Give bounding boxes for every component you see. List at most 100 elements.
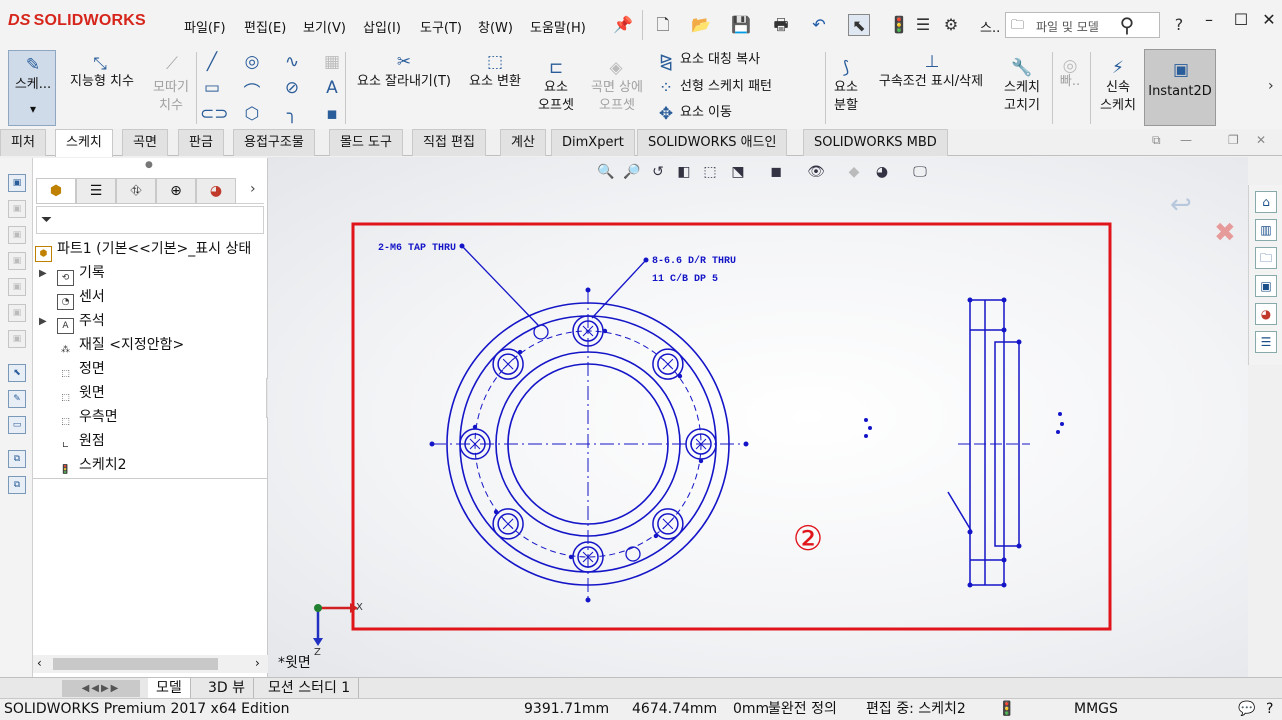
tree-item-origin[interactable]: ∟ 원점: [57, 430, 105, 455]
help-status-icon[interactable]: ?: [1266, 699, 1273, 720]
tab-direct-editing[interactable]: 직접 편집: [412, 129, 486, 156]
file-properties-icon[interactable]: ☰: [912, 14, 934, 36]
dimxpert-tab-icon[interactable]: ⊕: [156, 178, 196, 204]
home-icon[interactable]: ⌂: [1255, 191, 1277, 213]
panel-grip-icon[interactable]: ●: [145, 160, 153, 170]
spline-icon[interactable]: ∿: [280, 52, 304, 72]
tree-item-top-plane[interactable]: ⬚ 윗면: [57, 382, 105, 407]
minimize-button[interactable]: –: [1198, 10, 1220, 32]
tab-sheet-metal[interactable]: 판금: [178, 129, 224, 156]
display-manager-tab-icon[interactable]: ◕: [196, 178, 236, 204]
scroll-right-icon[interactable]: ›: [255, 656, 260, 670]
new-document-icon[interactable]: 🗋: [652, 14, 674, 36]
repair-sketch-label-2[interactable]: 고치기: [998, 98, 1046, 114]
linear-pattern-button[interactable]: 선형 스케치 패턴: [680, 79, 772, 95]
rebuild-traffic-light-icon[interactable]: 🚦: [888, 14, 910, 36]
move-entities-button[interactable]: 요소 이동: [680, 105, 732, 121]
mirror-entities-button[interactable]: 요소 대칭 복사: [680, 52, 760, 68]
expand-history-icon[interactable]: ▶: [39, 268, 47, 279]
copy-tool-icon[interactable]: ⧉: [8, 450, 26, 468]
paste-tool-icon[interactable]: ⧉: [8, 476, 26, 494]
tab-evaluate[interactable]: 계산: [500, 129, 546, 156]
tab-weldments[interactable]: 용접구조물: [233, 129, 315, 156]
sketch-tool-icon-1[interactable]: ▣: [8, 174, 26, 192]
rapid-sketch-label-2[interactable]: 스케치: [1094, 98, 1142, 114]
tab-solidworks-mbd[interactable]: SOLIDWORKS MBD: [803, 129, 948, 156]
ellipse-icon[interactable]: ⊘: [280, 78, 304, 98]
tab-3d-views[interactable]: 3D 뷰: [200, 678, 255, 699]
tree-item-annotations[interactable]: A 주석: [57, 310, 105, 334]
flange-front-view[interactable]: [432, 290, 746, 600]
slot-icon[interactable]: ⊂⊃: [200, 104, 229, 124]
expand-annotations-icon[interactable]: ▶: [39, 316, 47, 327]
menu-window[interactable]: 창(W): [478, 17, 513, 36]
screen-tool-icon[interactable]: ▭: [8, 416, 26, 434]
repair-sketch-label-1[interactable]: 스케치: [998, 80, 1046, 96]
offset-entities-label-1[interactable]: 요소: [532, 80, 580, 96]
options-gear-icon[interactable]: ⚙: [940, 14, 962, 36]
tree-item-sensors[interactable]: ◔ 센서: [57, 286, 105, 310]
undo-icon[interactable]: ↶: [808, 14, 830, 36]
select-pointer-icon[interactable]: ⬉: [848, 14, 870, 36]
rectangle-icon[interactable]: ▭: [200, 78, 224, 98]
message-icon[interactable]: 💬: [1238, 699, 1255, 720]
line-icon[interactable]: ╱: [200, 52, 224, 72]
custom-properties-icon[interactable]: ☰: [1255, 331, 1277, 353]
tree-item-front-plane[interactable]: ⬚ 정면: [57, 358, 105, 383]
doc-minimize-icon[interactable]: —: [1180, 133, 1192, 147]
feature-tree-tab-icon[interactable]: ⬢: [36, 178, 76, 204]
tree-item-material[interactable]: ⁂ 재질 <지정안함>: [57, 334, 184, 359]
tab-motion-study-1[interactable]: 모션 스터디 1: [260, 678, 360, 699]
scroll-thumb[interactable]: [53, 658, 218, 670]
tree-horizontal-scrollbar[interactable]: ‹ ›: [33, 655, 268, 673]
tile-icon[interactable]: ⧉: [1152, 133, 1161, 148]
trim-entities-button[interactable]: 요소 잘라내기(T): [350, 74, 458, 90]
design-library-icon[interactable]: ▥: [1255, 219, 1277, 241]
repair-tool-icon[interactable]: ✎: [8, 390, 26, 408]
pin-icon[interactable]: 📌: [612, 14, 634, 36]
search-icon[interactable]: ⚲: [1116, 14, 1138, 36]
tab-sketch[interactable]: 스케치: [55, 129, 113, 157]
select-tool-icon[interactable]: ⬉: [8, 364, 26, 382]
fillet-icon[interactable]: ╮: [280, 104, 304, 124]
help-question-icon[interactable]: ?: [1168, 14, 1190, 36]
open-icon[interactable]: 📂: [690, 14, 712, 36]
tab-solidworks-addins[interactable]: SOLIDWORKS 애드인: [637, 129, 788, 156]
tab-dimxpert[interactable]: DimXpert: [551, 129, 635, 156]
property-manager-tab-icon[interactable]: ☰: [76, 178, 116, 204]
arc-icon[interactable]: ⌒: [240, 78, 264, 103]
tab-model[interactable]: 모델: [148, 678, 191, 699]
sketch-button[interactable]: ✎ 스케... ▾: [8, 50, 56, 126]
offset-entities-label-2[interactable]: 오프셋: [532, 98, 580, 114]
polygon-icon[interactable]: ⬡: [240, 104, 264, 124]
rebuild-status-icon[interactable]: 🚦: [998, 699, 1015, 720]
menu-file[interactable]: 파일(F): [184, 17, 226, 36]
menu-edit[interactable]: 편집(E): [244, 17, 286, 36]
print-icon[interactable]: 🖶: [770, 14, 792, 36]
smart-dimension-button[interactable]: 지능형 치수: [62, 74, 142, 90]
instant2d-button[interactable]: ▣ Instant2D: [1144, 49, 1216, 126]
tree-filter[interactable]: ⏷: [36, 206, 264, 234]
quick-toolbar-more[interactable]: 스..: [980, 17, 1000, 36]
file-explorer-icon[interactable]: 🗀: [1255, 247, 1277, 269]
tree-item-sketch2[interactable]: 🚦 스케치2: [57, 454, 127, 479]
tab-surfaces[interactable]: 곡면: [122, 129, 168, 156]
convert-entities-button[interactable]: 요소 변환: [460, 74, 530, 90]
tree-root-part[interactable]: ⬢ 파트1 (기본<<기본>_표시 상태: [35, 238, 251, 262]
split-entities-label-2[interactable]: 분할: [828, 98, 864, 114]
doc-close-icon[interactable]: ✕: [1256, 133, 1266, 147]
doc-restore-icon[interactable]: ❐: [1228, 133, 1239, 147]
hole-note-line-2[interactable]: 11 C/B DP 5: [652, 273, 718, 285]
text-icon[interactable]: A: [320, 78, 344, 98]
menu-insert[interactable]: 삽입(I): [363, 17, 401, 36]
save-icon[interactable]: 💾: [730, 14, 752, 36]
split-entities-label-1[interactable]: 요소: [828, 80, 864, 96]
maximize-button[interactable]: ☐: [1230, 10, 1252, 32]
ribbon-scroll-right-icon[interactable]: ›: [1268, 78, 1274, 94]
menu-help[interactable]: 도움말(H): [530, 17, 586, 36]
tree-item-right-plane[interactable]: ⬚ 우측면: [57, 406, 118, 431]
circle-icon[interactable]: ◎: [240, 52, 264, 72]
tab-mold-tools[interactable]: 몰드 도구: [329, 129, 403, 156]
point-icon[interactable]: ▪: [320, 104, 344, 124]
unit-system[interactable]: MMGS: [1074, 699, 1118, 720]
